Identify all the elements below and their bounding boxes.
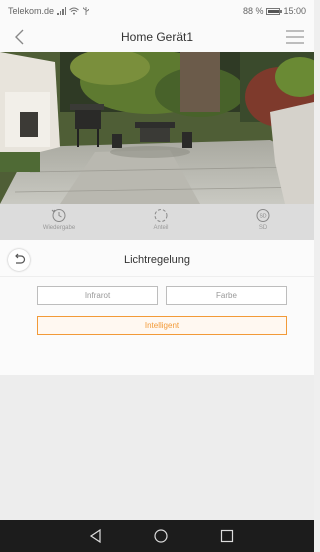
mode-label: Wiedergabe: [42, 225, 76, 231]
wifi-icon: [69, 7, 79, 15]
divider: [0, 276, 314, 277]
panel-title: Lichtregelung: [123, 254, 191, 266]
mode-label: SD: [258, 225, 268, 231]
clock: 15:00: [283, 6, 306, 16]
mode-toolbar: Wiedergabe Anteil SD SD: [0, 204, 314, 240]
mode-label: Anteil: [153, 225, 169, 231]
status-bar: Telekom.de 88 % 15:00: [0, 0, 314, 22]
camera-live-view[interactable]: [0, 52, 314, 204]
battery-percent: 88 %: [242, 6, 264, 16]
app-header: Home Gerät1: [0, 22, 314, 52]
intelligent-option[interactable]: Intelligent: [37, 316, 287, 335]
share-icon: [154, 209, 168, 222]
carrier-label: Telekom.de: [8, 6, 55, 16]
sd-card-icon: SD: [256, 209, 270, 222]
playback-history-icon: [51, 209, 66, 222]
page-title: Home Gerät1: [120, 30, 194, 44]
system-nav-bar: [0, 520, 314, 552]
empty-area: [0, 375, 314, 520]
svg-text:SD: SD: [260, 214, 267, 220]
battery-icon: [266, 7, 283, 15]
recent-apps-icon[interactable]: [219, 528, 235, 544]
color-option[interactable]: Farbe: [166, 286, 287, 305]
sd-card-button[interactable]: SD SD: [228, 207, 298, 231]
share-button[interactable]: Anteil: [126, 207, 196, 231]
infrared-option[interactable]: Infrarot: [37, 286, 158, 305]
signal-icon: [57, 7, 67, 15]
home-circle-icon[interactable]: [153, 528, 169, 544]
hamburger-menu-icon[interactable]: [284, 27, 306, 47]
usb-icon: [83, 7, 89, 15]
light-control-panel: Lichtregelung Infrarot Farbe Intelligent: [0, 240, 314, 375]
playback-button[interactable]: Wiedergabe: [24, 207, 94, 231]
back-triangle-icon[interactable]: [88, 528, 104, 544]
